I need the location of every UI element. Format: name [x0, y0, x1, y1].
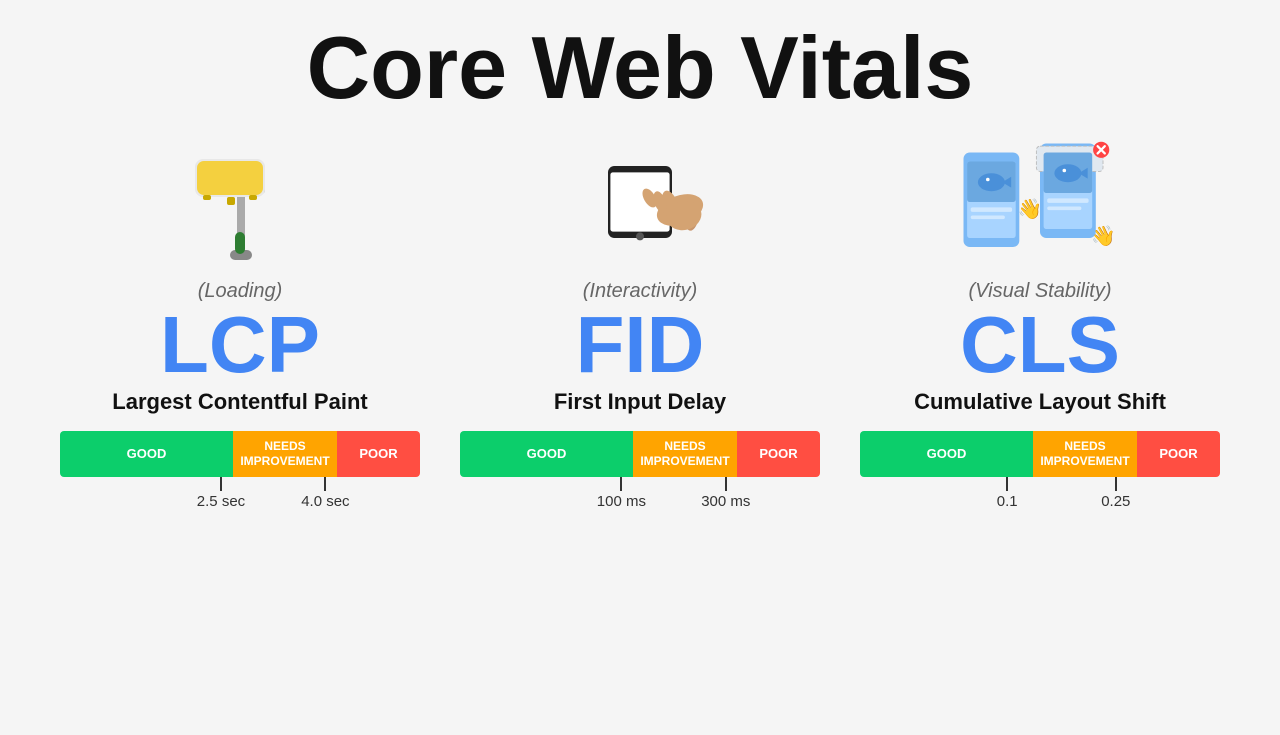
fid-bar-needs: NEEDS IMPROVEMENT — [633, 431, 737, 477]
fid-icon — [560, 132, 720, 272]
cls-bar-needs: NEEDS IMPROVEMENT — [1033, 431, 1137, 477]
cls-bar-container: GOOD NEEDS IMPROVEMENT POOR 0.1 0.25 — [860, 431, 1220, 507]
fid-tick-2-line — [725, 477, 727, 491]
cls-tick-1-label: 0.1 — [997, 493, 1018, 510]
cls-tick-2: 0.25 — [1101, 477, 1130, 510]
cls-abbr: CLS — [960, 305, 1120, 385]
fid-bar-container: GOOD NEEDS IMPROVEMENT POOR 100 ms 300 m… — [460, 431, 820, 507]
cls-tick-2-line — [1115, 477, 1117, 491]
lcp-tick-2-line — [324, 477, 326, 491]
lcp-icon — [175, 132, 305, 272]
cls-tick-1: 0.1 — [997, 477, 1018, 510]
fid-tick-2: 300 ms — [701, 477, 750, 510]
fid-tick-1-line — [620, 477, 622, 491]
cls-icon: Banner 👋 👋 — [950, 132, 1130, 272]
lcp-bar-container: GOOD NEEDS IMPROVEMENT POOR 2.5 sec 4.0 … — [60, 431, 420, 507]
fid-tick-2-label: 300 ms — [701, 493, 750, 510]
metrics-row: (Loading) LCP Largest Contentful Paint G… — [40, 132, 1240, 507]
metric-cls: Banner 👋 👋 (Visual Stability) CLS Cumula… — [850, 132, 1230, 507]
metric-lcp: (Loading) LCP Largest Contentful Paint G… — [50, 132, 430, 507]
cls-bar-good: GOOD — [860, 431, 1033, 477]
lcp-tick-2: 4.0 sec — [301, 477, 349, 510]
svg-text:👋: 👋 — [1091, 224, 1116, 247]
lcp-tick-area: 2.5 sec 4.0 sec — [60, 477, 420, 507]
fid-tick-1-label: 100 ms — [597, 493, 646, 510]
lcp-bar-needs: NEEDS IMPROVEMENT — [233, 431, 337, 477]
lcp-tick-1-line — [220, 477, 222, 491]
page-title: Core Web Vitals — [307, 20, 974, 117]
fid-tick-1: 100 ms — [597, 477, 646, 510]
cls-name: Cumulative Layout Shift — [914, 389, 1166, 415]
fid-abbr: FID — [576, 305, 705, 385]
cls-bar: GOOD NEEDS IMPROVEMENT POOR — [860, 431, 1220, 477]
fid-tick-area: 100 ms 300 ms — [460, 477, 820, 507]
lcp-tick-2-label: 4.0 sec — [301, 493, 349, 510]
lcp-bar-poor: POOR — [337, 431, 420, 477]
lcp-name: Largest Contentful Paint — [112, 389, 367, 415]
lcp-tick-1-label: 2.5 sec — [197, 493, 245, 510]
fid-name: First Input Delay — [554, 389, 726, 415]
fid-bar-poor: POOR — [737, 431, 820, 477]
lcp-abbr: LCP — [160, 305, 320, 385]
lcp-bar-good: GOOD — [60, 431, 233, 477]
svg-text:👋: 👋 — [1018, 197, 1043, 220]
lcp-bar: GOOD NEEDS IMPROVEMENT POOR — [60, 431, 420, 477]
cls-tick-1-line — [1006, 477, 1008, 491]
cls-tick-area: 0.1 0.25 — [860, 477, 1220, 507]
cls-tick-2-label: 0.25 — [1101, 493, 1130, 510]
lcp-tick-1: 2.5 sec — [197, 477, 245, 510]
fid-bar-good: GOOD — [460, 431, 633, 477]
cls-bar-poor: POOR — [1137, 431, 1220, 477]
fid-bar: GOOD NEEDS IMPROVEMENT POOR — [460, 431, 820, 477]
metric-fid: (Interactivity) FID First Input Delay GO… — [450, 132, 830, 507]
